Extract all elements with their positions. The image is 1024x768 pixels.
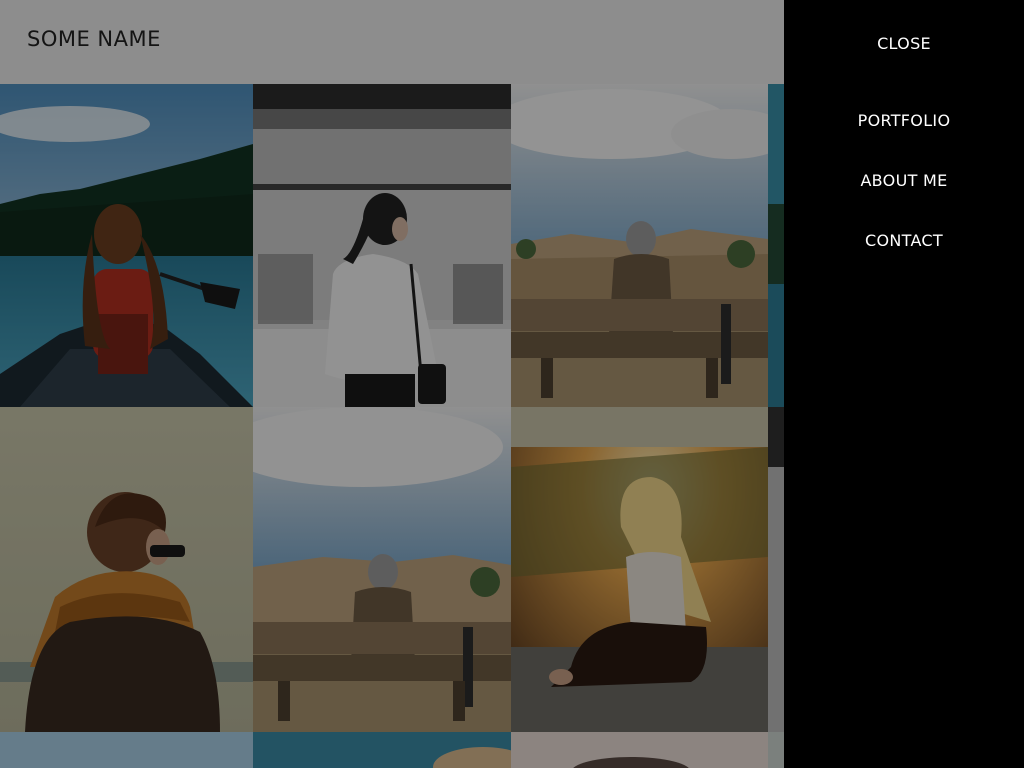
menu-item-portfolio[interactable]: PORTFOLIO — [784, 111, 1024, 130]
page: SOME NAME CLOSE PORTFOLIO ABOUT ME CONTA… — [0, 0, 1024, 768]
menu-item-about-me[interactable]: ABOUT ME — [784, 171, 1024, 190]
main-content: SOME NAME — [0, 0, 784, 768]
close-menu-button[interactable]: CLOSE — [784, 34, 1024, 53]
side-menu: CLOSE PORTFOLIO ABOUT ME CONTACT — [784, 0, 1024, 768]
dim-overlay[interactable] — [0, 0, 784, 768]
menu-item-contact[interactable]: CONTACT — [784, 231, 1024, 250]
